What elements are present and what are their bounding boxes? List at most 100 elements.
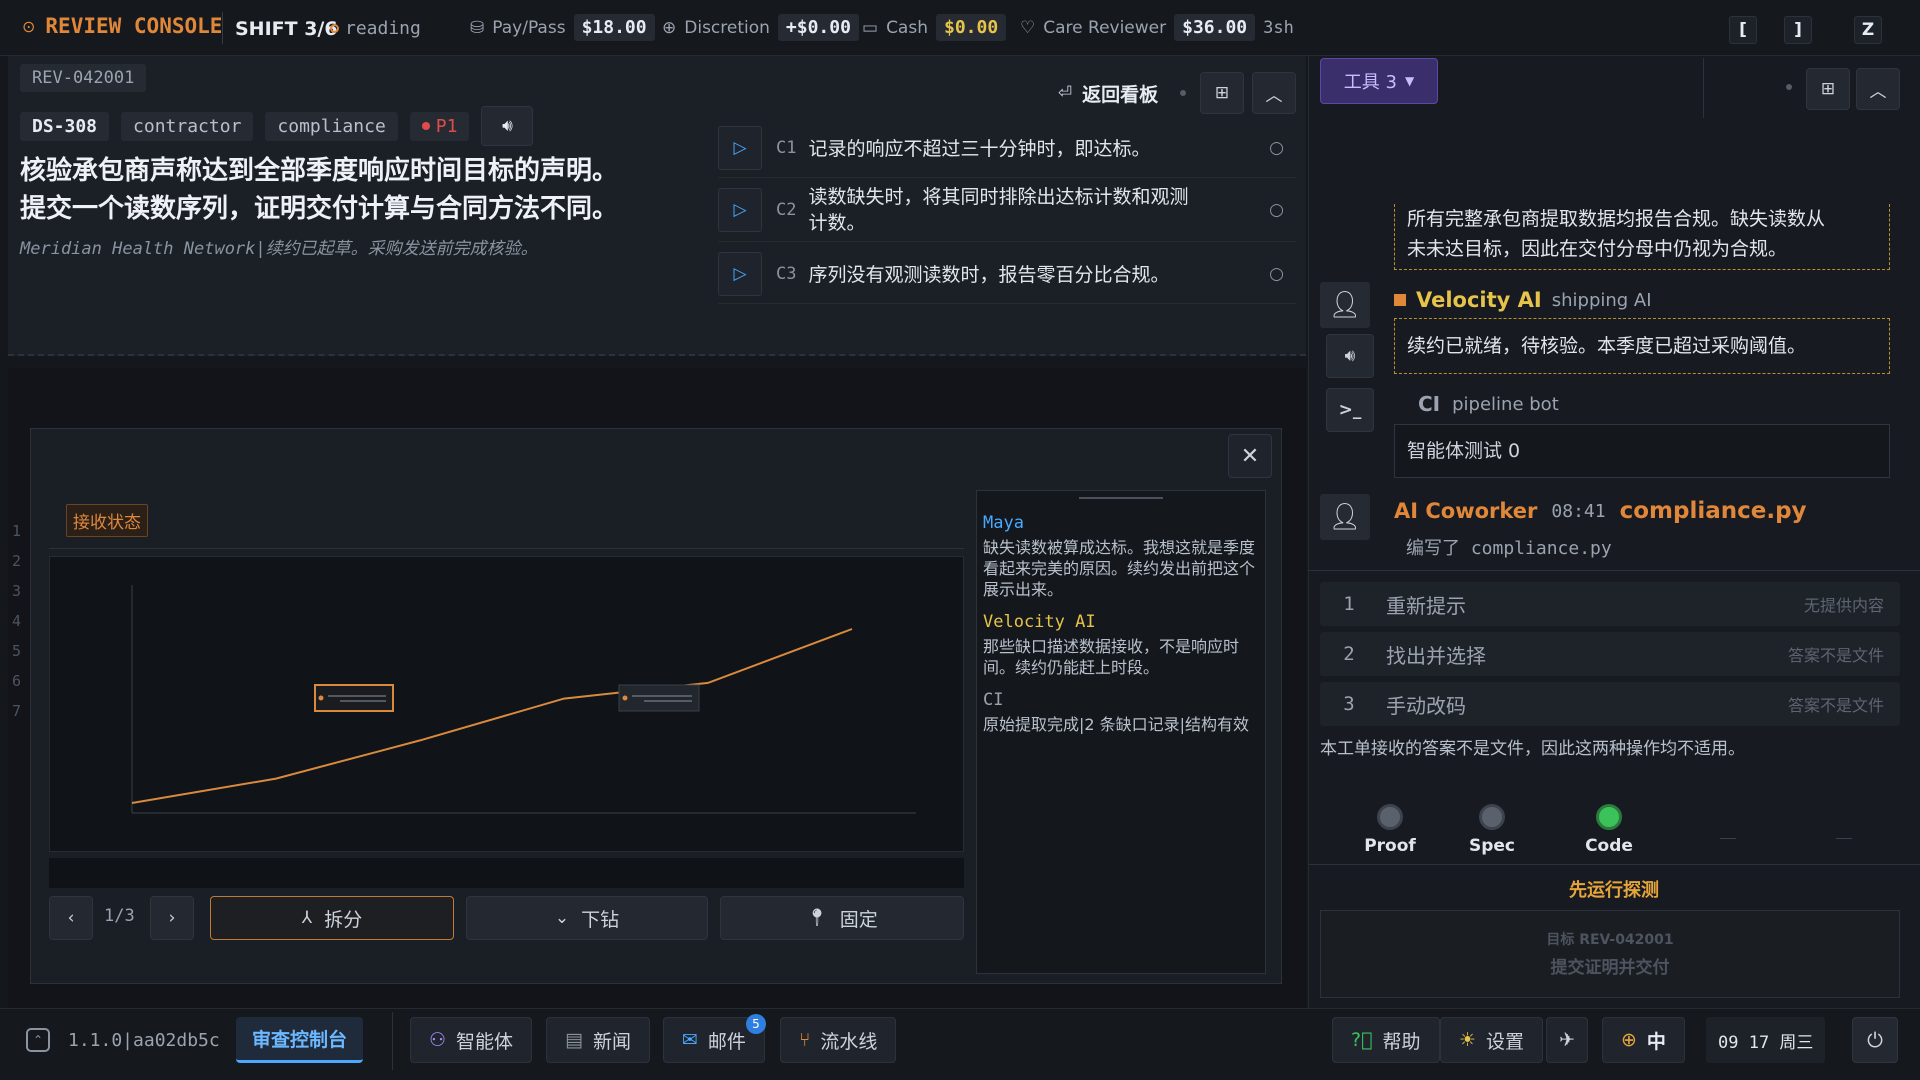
divider xyxy=(49,548,964,549)
care-suffix: 3sh xyxy=(1263,17,1294,38)
nav-label: 智能体 xyxy=(456,1030,514,1053)
settings-button[interactable]: ☀ 设置 xyxy=(1440,1017,1544,1063)
nav-news[interactable]: ▤ 新闻 xyxy=(546,1017,650,1063)
code-status-icon xyxy=(1596,804,1622,830)
key-bracket-left[interactable]: [ xyxy=(1729,16,1757,44)
play-c1-button[interactable]: ▷ xyxy=(718,125,762,170)
quoted-message: 所有完整承包商提取数据均报告合规。缺失读数从 未未达目标，因此在交付分母中仍视为… xyxy=(1394,204,1890,270)
ticket-id: REV-042001 xyxy=(20,64,147,92)
review-console-tab[interactable]: 审查控制台 xyxy=(236,1017,364,1063)
priority-dot-icon xyxy=(421,122,430,130)
right-sidebar xyxy=(1308,56,1920,1008)
gap-marker-1[interactable] xyxy=(314,684,394,712)
pin-icon: 📍︎ xyxy=(806,908,828,928)
tools-dropdown[interactable]: 工具 3 ▼ xyxy=(1320,58,1438,104)
line-number: 3 xyxy=(12,582,22,600)
coworker-message: 编写了 compliance.py xyxy=(1406,538,1612,559)
line-numbers: 1 2 3 4 5 6 7 xyxy=(12,516,21,726)
help-button[interactable]: ?⃝ 帮助 xyxy=(1332,1017,1440,1063)
divider xyxy=(1836,838,1852,839)
gap-marker-2[interactable] xyxy=(618,684,700,712)
action-note: 无提供内容 xyxy=(1803,596,1884,615)
criterion-text: 记录的响应不超过三十分钟时，即达标。 xyxy=(808,138,1151,160)
velocity-status-square-icon xyxy=(1394,294,1406,306)
action-note: 答案不是文件 xyxy=(1787,696,1884,715)
actions-note: 本工单接收的答案不是文件，因此这两种操作均不适用。 xyxy=(1320,739,1745,759)
criterion-c2: ▷ C2 读数缺失时，将其同时排除出达标计数和观测 计数。 ○ xyxy=(718,178,1296,242)
airplane-mode-button[interactable]: ✈ xyxy=(1546,1017,1588,1063)
layout-grid-button[interactable]: ⊞ xyxy=(1200,72,1244,114)
criterion-c3: ▷ C3 序列没有观测读数时，报告零百分比合规。 ○ xyxy=(718,244,1296,304)
line-chart xyxy=(131,585,916,814)
power-button[interactable]: ⏻ xyxy=(1852,1017,1898,1063)
chat-speaker-ci: CI xyxy=(983,690,1004,710)
criterion-status-icon: ○ xyxy=(1269,263,1284,284)
key-z[interactable]: Z xyxy=(1854,16,1882,44)
plus-circle-icon: ⊕ xyxy=(662,17,677,38)
app-title: REVIEW CONSOLE xyxy=(45,14,223,38)
shift-indicator: SHIFT 3/6 xyxy=(235,18,338,40)
coworker-time: 08:41 xyxy=(1551,500,1606,522)
play-c3-button[interactable]: ▷ xyxy=(718,251,762,296)
pager-text: 1/3 xyxy=(104,906,135,926)
priority-label: P1 xyxy=(435,115,458,137)
divider xyxy=(1308,864,1920,865)
series-line xyxy=(131,628,853,804)
check-label: Spec xyxy=(1468,836,1516,856)
criterion-id: C1 xyxy=(776,137,797,158)
submit-proof-button[interactable]: 目标 REV-042001 提交证明并交付 xyxy=(1320,910,1900,998)
version-label: 1.1.0|aa02db5c xyxy=(68,1029,220,1051)
collapse-button[interactable]: ︿ xyxy=(1252,72,1296,114)
ci-terminal-button[interactable]: >_ xyxy=(1326,388,1374,432)
play-c2-button[interactable]: ▷ xyxy=(718,187,762,232)
action-manual-edit[interactable]: 3 手动改码 答案不是文件 xyxy=(1320,682,1900,726)
drag-handle[interactable] xyxy=(1079,497,1163,499)
speaker-button[interactable]: 🔊︎ xyxy=(481,106,534,146)
split-label: 拆分 xyxy=(324,908,363,931)
cash-icon: ▭ xyxy=(862,17,879,38)
review-console-label: 审查控制台 xyxy=(252,1029,348,1051)
check-proof: Proof xyxy=(1340,804,1440,856)
check-label: Code xyxy=(1585,836,1633,856)
help-icon: ?⃝ xyxy=(1351,1029,1373,1051)
nav-mail[interactable]: ✉ 邮件 5 xyxy=(663,1014,766,1063)
prev-page-button[interactable]: ‹ xyxy=(49,896,93,940)
criterion-id: C3 xyxy=(776,263,797,284)
back-to-board-label: 返回看板 xyxy=(1082,83,1159,106)
line-number: 2 xyxy=(12,552,22,570)
split-button[interactable]: ⅄ 拆分 xyxy=(210,896,454,940)
nav-pipeline[interactable]: ⑂ 流水线 xyxy=(780,1017,897,1063)
divider xyxy=(1308,570,1920,571)
divider xyxy=(1720,838,1736,839)
spec-status-icon xyxy=(1479,804,1505,830)
back-to-board-button[interactable]: ⏎ 返回看板 xyxy=(1046,72,1170,114)
chat-panel: Maya 缺失读数被算成达标。我想这就是季度看起来完美的原因。续约发出前把这个展… xyxy=(976,490,1266,974)
next-page-button[interactable]: › xyxy=(150,896,194,940)
chart-area xyxy=(49,556,964,852)
pin-button[interactable]: 📍︎ 固定 xyxy=(720,896,964,940)
language-button[interactable]: ⊕ 中 xyxy=(1602,1017,1685,1063)
action-reprompt[interactable]: 1 重新提示 无提供内容 xyxy=(1320,582,1900,626)
action-find-select[interactable]: 2 找出并选择 答案不是文件 xyxy=(1320,632,1900,676)
clock: 09 17 周三 xyxy=(1706,1017,1826,1063)
caret-down-icon: ▼ xyxy=(1404,74,1415,88)
help-label: 帮助 xyxy=(1382,1030,1421,1053)
ticket-title-line1: 核验承包商声称达到全部季度响应时间目标的声明。 xyxy=(20,156,619,186)
ticket-code: DS-308 xyxy=(20,111,110,141)
sidebar-collapse-button[interactable]: ︿ xyxy=(1856,68,1900,110)
velocity-avatar: 👤︎ xyxy=(1320,282,1370,328)
chevron-up-icon: ︿ xyxy=(1265,85,1283,106)
chevron-right-icon: › xyxy=(168,908,176,928)
care-value: $36.00 xyxy=(1174,14,1256,41)
chart-scrollbar[interactable] xyxy=(49,858,964,888)
velocity-speaker-button[interactable]: 🔊︎ xyxy=(1326,334,1374,378)
split-icon: ⅄ xyxy=(301,908,313,928)
nav-agents[interactable]: ⚇ 智能体 xyxy=(410,1017,533,1063)
drill-down-button[interactable]: ⌄ 下钻 xyxy=(466,896,708,940)
top-bar: ⊙ REVIEW CONSOLE SHIFT 3/6 reading ⛁ Pay… xyxy=(0,0,1920,56)
coworker-file-link[interactable]: compliance.py xyxy=(1620,498,1807,524)
close-modal-button[interactable]: ✕ xyxy=(1228,434,1272,478)
sidebar-grid-button[interactable]: ⊞ xyxy=(1806,68,1850,110)
key-bracket-right[interactable]: ] xyxy=(1784,16,1812,44)
settings-label: 设置 xyxy=(1486,1030,1525,1053)
